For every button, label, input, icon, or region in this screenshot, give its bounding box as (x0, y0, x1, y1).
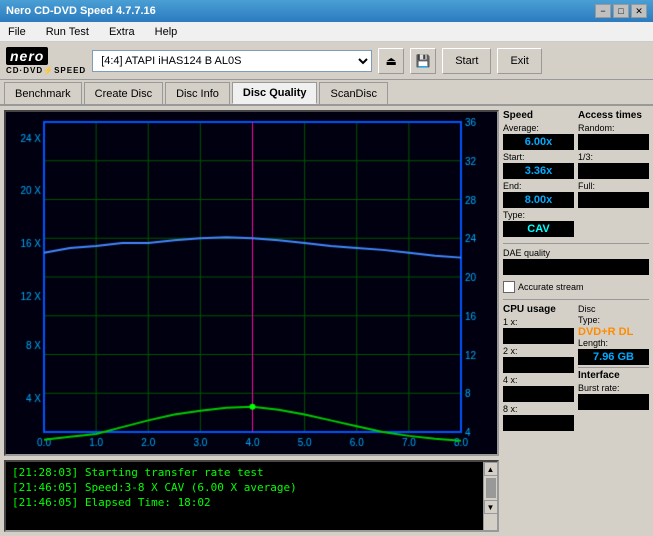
one-third-label: 1/3: (578, 152, 649, 162)
divider-3 (578, 367, 649, 368)
close-button[interactable]: ✕ (631, 4, 647, 18)
toolbar: nero CD·DVD⚡SPEED [4:4] ATAPI iHAS124 B … (0, 42, 653, 80)
log-scrollbar[interactable]: ▲ ▼ (483, 462, 497, 530)
log-content: [21:28:03] Starting transfer rate test [… (6, 462, 497, 513)
chart-container (4, 110, 499, 456)
average-value: 6.00x (503, 134, 574, 150)
start-value: 3.36x (503, 163, 574, 179)
disc-length-value: 7.96 GB (578, 349, 649, 365)
title-bar: Nero CD-DVD Speed 4.7.7.16 − □ ✕ (0, 0, 653, 22)
cpu-1x-value (503, 328, 574, 344)
disc-type-label: Disc (578, 304, 649, 314)
menu-run-test[interactable]: Run Test (42, 24, 93, 40)
dae-value (503, 259, 649, 275)
cpu-4x-label: 4 x: (503, 375, 574, 385)
log-line-1: [21:28:03] Starting transfer rate test (12, 465, 491, 480)
cpu-8x-label: 8 x: (503, 404, 574, 414)
cpu-4x-value (503, 386, 574, 402)
tab-disc-info[interactable]: Disc Info (165, 82, 230, 104)
cpu-1x-label: 1 x: (503, 317, 574, 327)
tab-scan-disc[interactable]: ScanDisc (319, 82, 387, 104)
app-logo: nero CD·DVD⚡SPEED (6, 47, 86, 75)
cpu-access-row: CPU usage 1 x: 2 x: 4 x: 8 x: Disc Type:… (503, 304, 649, 433)
cpu-2x-value (503, 357, 574, 373)
dae-title: DAE quality (503, 248, 649, 258)
minimize-button[interactable]: − (595, 4, 611, 18)
one-third-value (578, 163, 649, 179)
log-line-3: [21:46:05] Elapsed Time: 18:02 (12, 495, 491, 510)
accurate-stream-label: Accurate stream (518, 282, 584, 292)
full-label: Full: (578, 181, 649, 191)
cpu-section: CPU usage 1 x: 2 x: 4 x: 8 x: Disc Type:… (503, 304, 649, 433)
cpu-col: CPU usage 1 x: 2 x: 4 x: 8 x: (503, 304, 574, 433)
menu-file[interactable]: File (4, 24, 30, 40)
exit-button[interactable]: Exit (497, 48, 541, 74)
disc-type-value: DVD+R DL (578, 326, 649, 338)
scroll-up[interactable]: ▲ (484, 462, 498, 476)
end-value: 8.00x (503, 192, 574, 208)
maximize-button[interactable]: □ (613, 4, 629, 18)
speed-section: Speed Average: 6.00x Start: 3.36x End: 8… (503, 110, 574, 239)
tab-bar: Benchmark Create Disc Disc Info Disc Qua… (0, 80, 653, 106)
speed-chart (6, 112, 497, 454)
access-section: Access times Random: 1/3: Full: (578, 110, 649, 239)
menu-bar: File Run Test Extra Help (0, 22, 653, 42)
scroll-thumb[interactable] (486, 478, 496, 498)
menu-help[interactable]: Help (151, 24, 182, 40)
logo-subtitle: CD·DVD⚡SPEED (6, 66, 86, 75)
random-label: Random: (578, 123, 649, 133)
burst-value (578, 394, 649, 410)
accurate-stream-row: Accurate stream (503, 281, 649, 293)
divider-2 (503, 299, 649, 300)
interface-title: Interface (578, 370, 649, 381)
start-button[interactable]: Start (442, 48, 491, 74)
cpu-2x-label: 2 x: (503, 346, 574, 356)
cpu-title: CPU usage (503, 304, 574, 315)
average-label: Average: (503, 123, 574, 133)
type-label: Type: (503, 210, 574, 220)
scroll-down[interactable]: ▼ (484, 500, 498, 514)
disc-type-sub: Type: (578, 315, 649, 325)
access-title: Access times (578, 110, 649, 121)
nero-logo: nero (6, 47, 48, 65)
tab-create-disc[interactable]: Create Disc (84, 82, 163, 104)
start-label: Start: (503, 152, 574, 162)
log-line-2: [21:46:05] Speed:3-8 X CAV (6.00 X avera… (12, 480, 491, 495)
save-button[interactable]: 💾 (410, 48, 436, 74)
random-value (578, 134, 649, 150)
window-title: Nero CD-DVD Speed 4.7.7.16 (6, 5, 156, 17)
tab-benchmark[interactable]: Benchmark (4, 82, 82, 104)
speed-title: Speed (503, 110, 574, 121)
speed-access-row: Speed Average: 6.00x Start: 3.36x End: 8… (503, 110, 649, 239)
right-panel: Speed Average: 6.00x Start: 3.36x End: 8… (503, 106, 653, 536)
dae-section: DAE quality (503, 248, 649, 277)
window-controls: − □ ✕ (595, 4, 647, 18)
disc-length-label: Length: (578, 338, 649, 348)
type-value: CAV (503, 221, 574, 237)
device-selector[interactable]: [4:4] ATAPI iHAS124 B AL0S (92, 50, 372, 72)
burst-label: Burst rate: (578, 383, 649, 393)
menu-extra[interactable]: Extra (105, 24, 139, 40)
divider-1 (503, 243, 649, 244)
eject-button[interactable]: ⏏ (378, 48, 404, 74)
disc-interface-col: Disc Type: DVD+R DL Length: 7.96 GB Inte… (578, 304, 649, 433)
main-content: [21:28:03] Starting transfer rate test [… (0, 106, 653, 536)
cpu-8x-value (503, 415, 574, 431)
full-value (578, 192, 649, 208)
log-area: [21:28:03] Starting transfer rate test [… (4, 460, 499, 532)
accurate-stream-checkbox[interactable] (503, 281, 515, 293)
end-label: End: (503, 181, 574, 191)
tab-disc-quality[interactable]: Disc Quality (232, 82, 318, 104)
chart-section: [21:28:03] Starting transfer rate test [… (0, 106, 503, 536)
